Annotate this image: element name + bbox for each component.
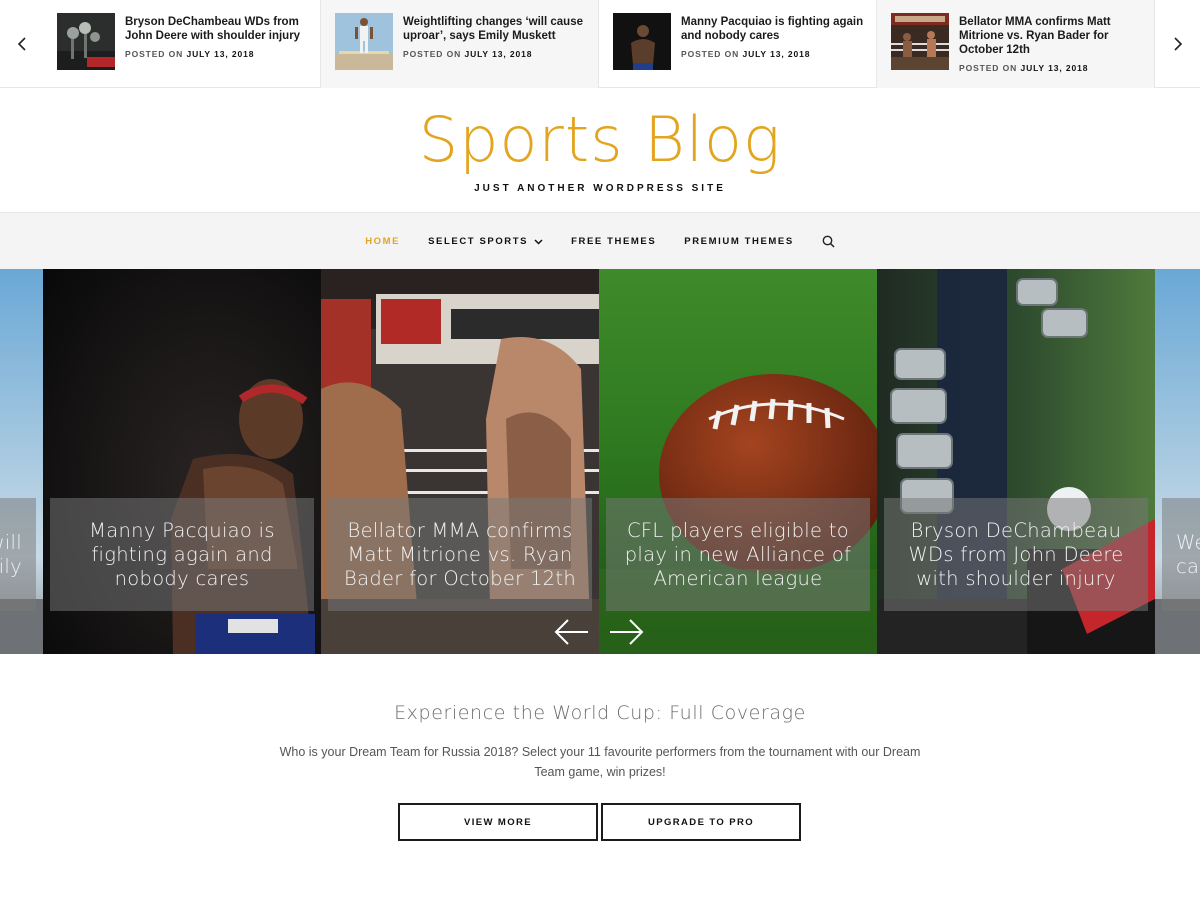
slide-caption-text: Manny Pacquiao is fighting again and nob…	[89, 518, 275, 590]
nav-item-select-sports[interactable]: SELECT SPORTS	[414, 236, 557, 247]
ticker-item-date: POSTED ON JULY 13, 2018	[959, 63, 1145, 73]
ticker-thumbnail	[613, 13, 671, 70]
post-date: JULY 13, 2018	[742, 49, 811, 59]
slider-prev-button[interactable]	[552, 614, 592, 650]
slide-caption: Manny Pacquiao is fighting again and nob…	[50, 498, 314, 611]
section-title: Experience the World Cup: Full Coverage	[394, 702, 806, 724]
ticker-thumbnail	[335, 13, 393, 70]
nav-item-label: SELECT SPORTS	[428, 236, 529, 247]
search-icon	[822, 235, 835, 248]
chevron-right-icon	[1174, 37, 1183, 51]
view-more-button[interactable]: VIEW MORE	[398, 803, 598, 841]
slide[interactable]: Bellator MMA confirms Matt Mitrione vs. …	[321, 269, 599, 654]
slide-caption: will ily	[0, 498, 36, 611]
featured-slider: will ily Manny Pacquiao is fighting agai…	[0, 269, 1200, 654]
slide-caption: Bryson DeChambeau WDs from John Deere wi…	[884, 498, 1148, 611]
chevron-down-icon	[534, 238, 543, 245]
slide-caption: Bellator MMA confirms Matt Mitrione vs. …	[328, 498, 592, 611]
ticker-item-date: POSTED ON JULY 13, 2018	[681, 49, 867, 59]
ticker-item[interactable]: Manny Pacquiao is fighting again and nob…	[599, 0, 877, 88]
arrow-right-icon	[610, 619, 644, 645]
main-navigation: HOME SELECT SPORTS FREE THEMES PREMIUM T…	[0, 212, 1200, 269]
slide-partial-left[interactable]: will ily	[0, 269, 43, 654]
nav-item-home[interactable]: HOME	[351, 236, 414, 247]
search-button[interactable]	[808, 235, 849, 248]
slide-caption-text: CFL players eligible to play in new Alli…	[624, 518, 852, 590]
news-ticker: Bryson DeChambeau WDs from John Deere wi…	[0, 0, 1200, 88]
slide-caption: We ca	[1162, 498, 1200, 611]
ticker-item[interactable]: Bellator MMA confirms Matt Mitrione vs. …	[877, 0, 1155, 88]
ticker-item[interactable]: Bryson DeChambeau WDs from John Deere wi…	[43, 0, 321, 88]
promo-section: Experience the World Cup: Full Coverage …	[0, 654, 1200, 900]
ticker-next-button[interactable]	[1156, 0, 1200, 88]
posted-on-label: POSTED ON	[125, 49, 184, 59]
slide[interactable]: CFL players eligible to play in new Alli…	[599, 269, 877, 654]
slide[interactable]: Bryson DeChambeau WDs from John Deere wi…	[877, 269, 1155, 654]
ticker-item[interactable]: Weightlifting changes ‘will cause uproar…	[321, 0, 599, 88]
ticker-thumbnail	[891, 13, 949, 70]
ticker-item-date: POSTED ON JULY 13, 2018	[403, 49, 589, 59]
slide-caption: CFL players eligible to play in new Alli…	[606, 498, 870, 611]
nav-item-free-themes[interactable]: FREE THEMES	[557, 236, 670, 247]
site-header: Sports Blog JUST ANOTHER WORDPRESS SITE	[0, 88, 1200, 212]
posted-on-label: POSTED ON	[403, 49, 462, 59]
post-date: JULY 13, 2018	[186, 49, 255, 59]
slide-caption-text: We ca	[1176, 530, 1200, 578]
site-title[interactable]: Sports Blog	[0, 104, 1200, 176]
ticker-item-title[interactable]: Bryson DeChambeau WDs from John Deere wi…	[125, 15, 311, 43]
post-date: JULY 13, 2018	[464, 49, 533, 59]
ticker-item-date: POSTED ON JULY 13, 2018	[125, 49, 311, 59]
site-tagline: JUST ANOTHER WORDPRESS SITE	[474, 183, 726, 194]
chevron-left-icon	[17, 37, 26, 51]
slider-next-button[interactable]	[606, 614, 646, 650]
slide-caption-text: will ily	[0, 530, 22, 578]
slide-caption-text: Bellator MMA confirms Matt Mitrione vs. …	[344, 518, 576, 590]
slide[interactable]: Manny Pacquiao is fighting again and nob…	[43, 269, 321, 654]
arrow-left-icon	[554, 619, 588, 645]
post-date: JULY 13, 2018	[1020, 63, 1089, 73]
posted-on-label: POSTED ON	[959, 63, 1018, 73]
posted-on-label: POSTED ON	[681, 49, 740, 59]
nav-item-premium-themes[interactable]: PREMIUM THEMES	[670, 236, 808, 247]
ticker-item-title[interactable]: Manny Pacquiao is fighting again and nob…	[681, 15, 867, 43]
slide-partial-right[interactable]: We ca	[1155, 269, 1200, 654]
ticker-thumbnail	[57, 13, 115, 70]
upgrade-to-pro-button[interactable]: UPGRADE TO PRO	[601, 803, 801, 841]
section-text: Who is your Dream Team for Russia 2018? …	[279, 745, 921, 779]
ticker-item-title[interactable]: Weightlifting changes ‘will cause uproar…	[403, 15, 589, 43]
ticker-item-title[interactable]: Bellator MMA confirms Matt Mitrione vs. …	[959, 15, 1145, 57]
ticker-prev-button[interactable]	[0, 0, 44, 88]
slide-caption-text: Bryson DeChambeau WDs from John Deere wi…	[908, 518, 1124, 590]
